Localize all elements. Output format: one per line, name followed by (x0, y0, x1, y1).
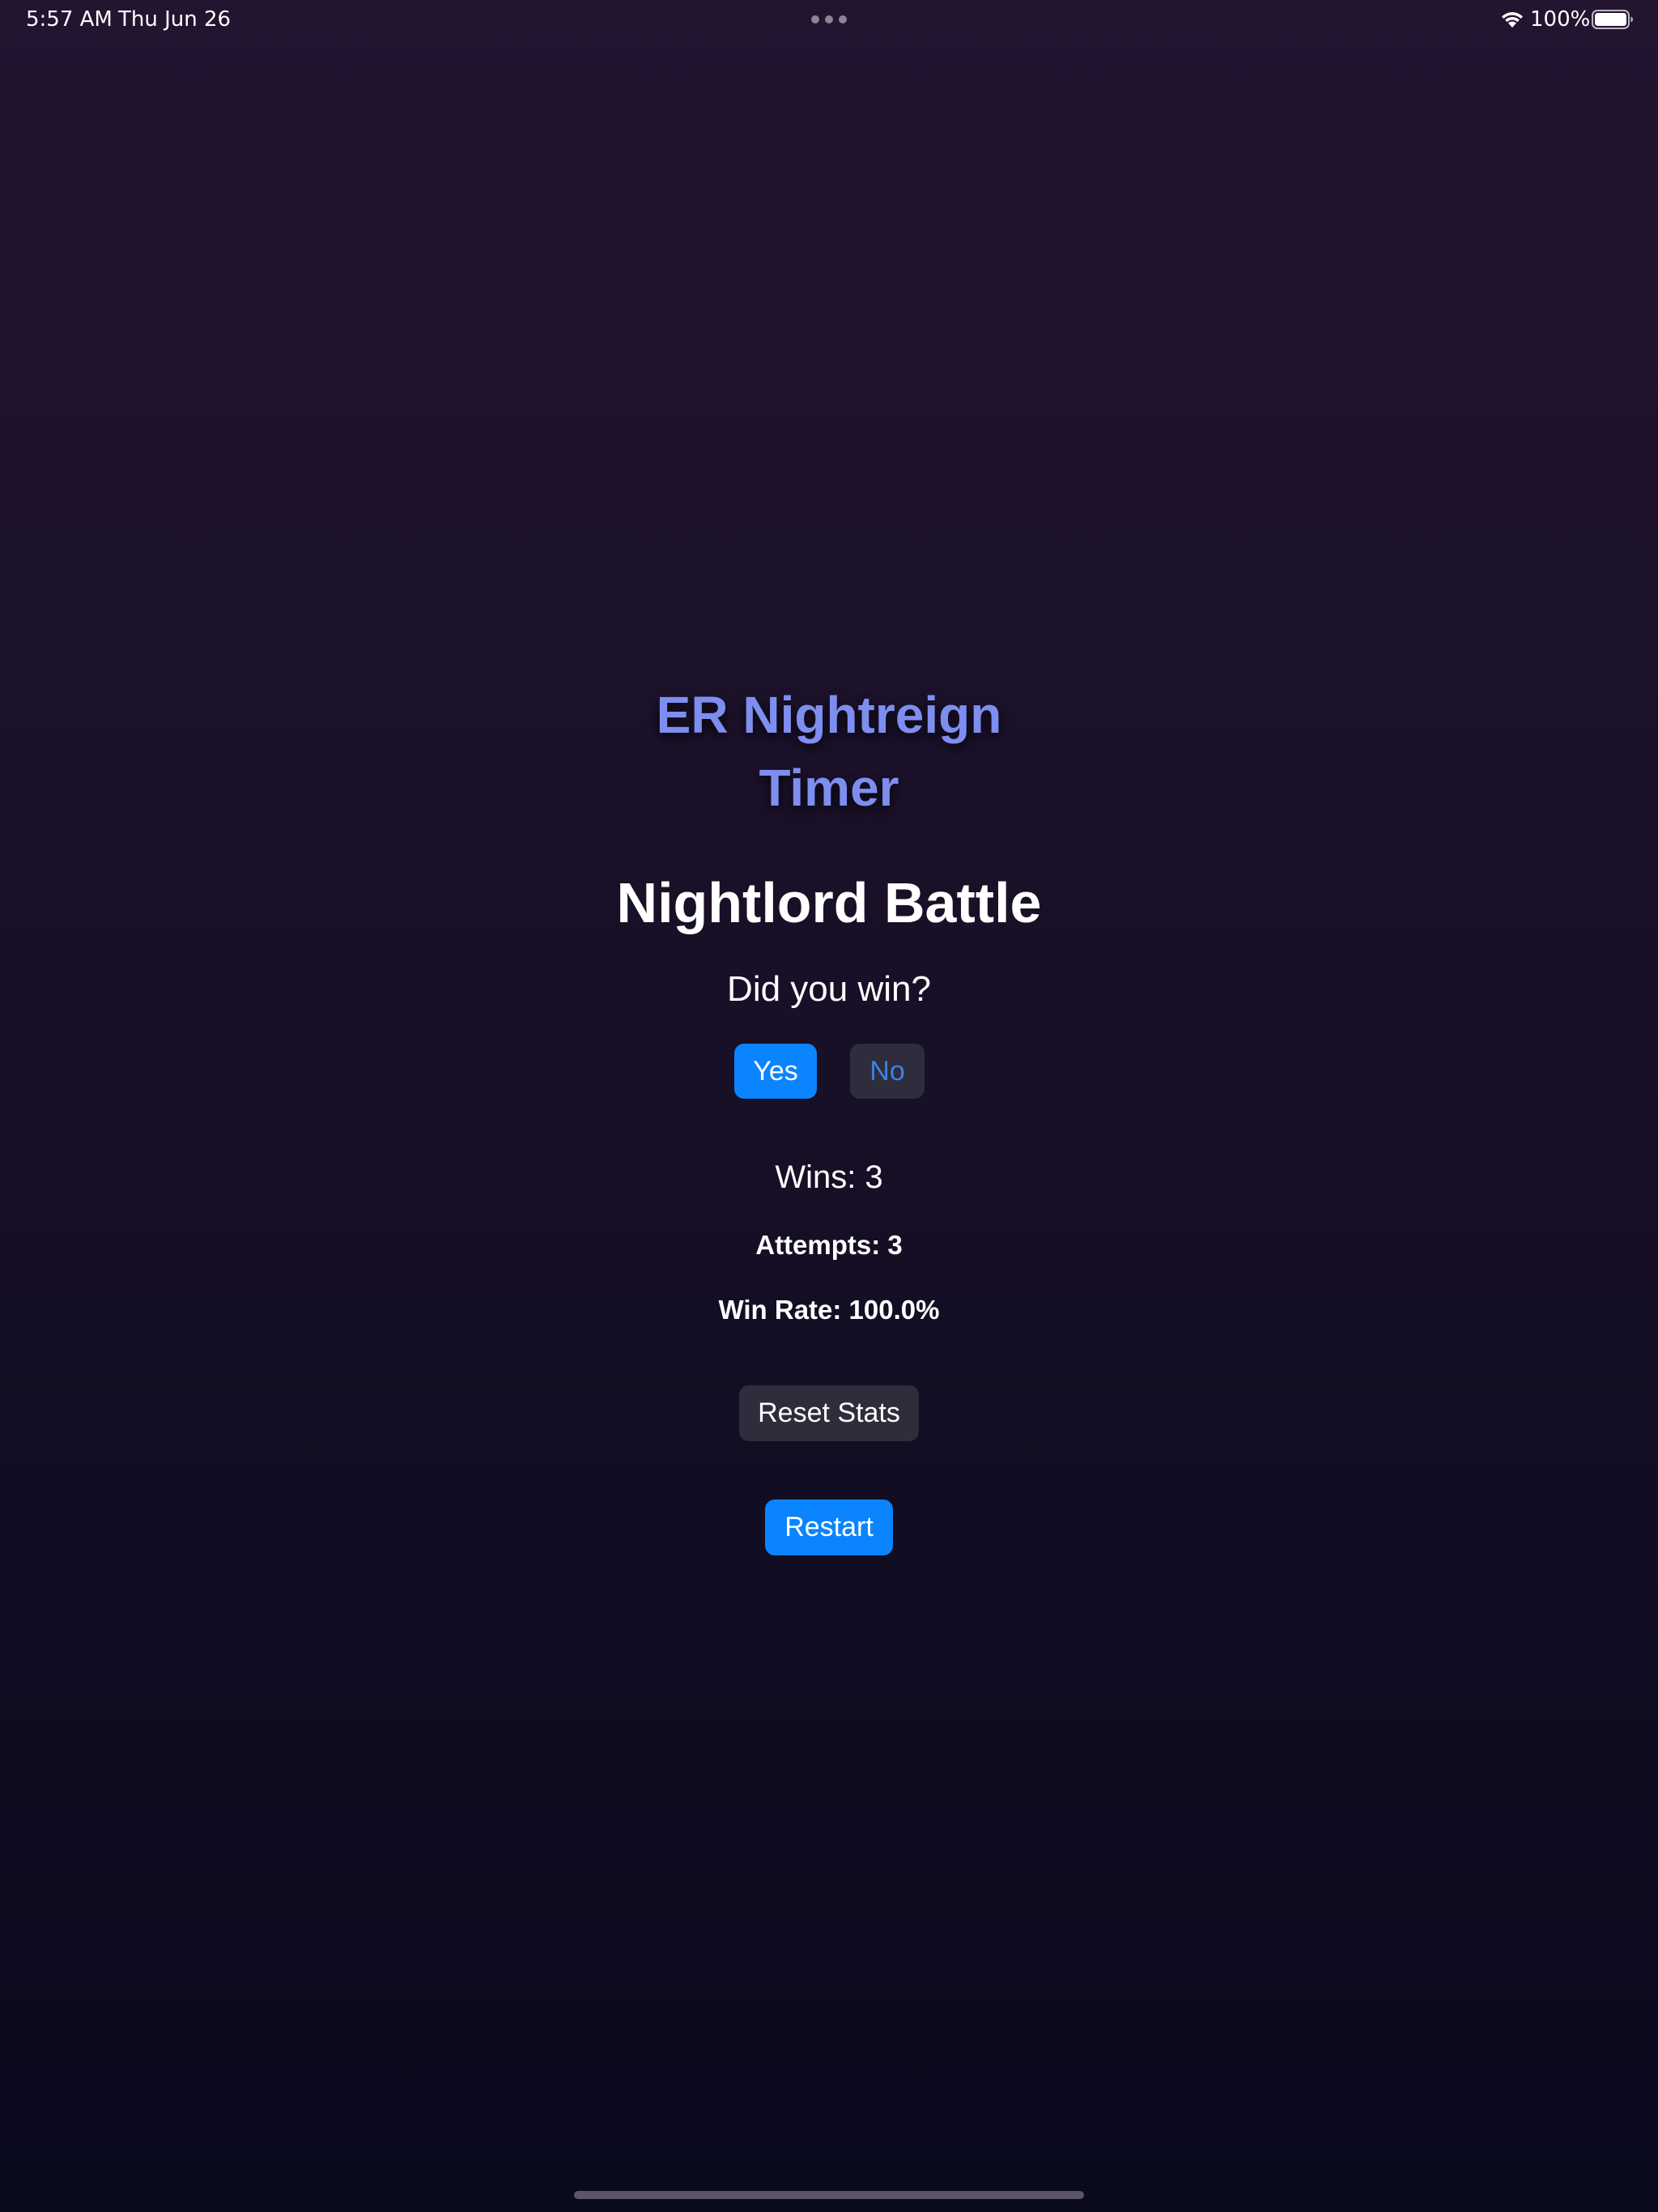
home-indicator[interactable] (574, 2191, 1084, 2199)
multitasking-dots-icon[interactable] (811, 15, 847, 24)
wifi-icon (1502, 12, 1523, 28)
win-question: Did you win? (727, 969, 931, 1009)
app-title: ER Nightreign Timer (656, 686, 1002, 817)
restart-button[interactable]: Restart (765, 1499, 893, 1555)
reset-stats-button[interactable]: Reset Stats (739, 1385, 919, 1441)
battery-percent: 100% (1530, 7, 1591, 32)
status-bar: 5:57 AM Thu Jun 26 100% (0, 0, 1658, 39)
attempts-count: Attempts: 3 (755, 1230, 903, 1260)
battery-icon (1592, 10, 1633, 29)
no-button[interactable]: No (850, 1044, 925, 1099)
screen-title: Nightlord Battle (616, 871, 1042, 934)
status-time: 5:57 AM (26, 7, 113, 32)
wins-count: Wins: 3 (775, 1159, 883, 1195)
win-rate: Win Rate: 100.0% (718, 1295, 940, 1325)
yes-button[interactable]: Yes (734, 1044, 817, 1099)
status-date: Thu Jun 26 (118, 7, 232, 32)
